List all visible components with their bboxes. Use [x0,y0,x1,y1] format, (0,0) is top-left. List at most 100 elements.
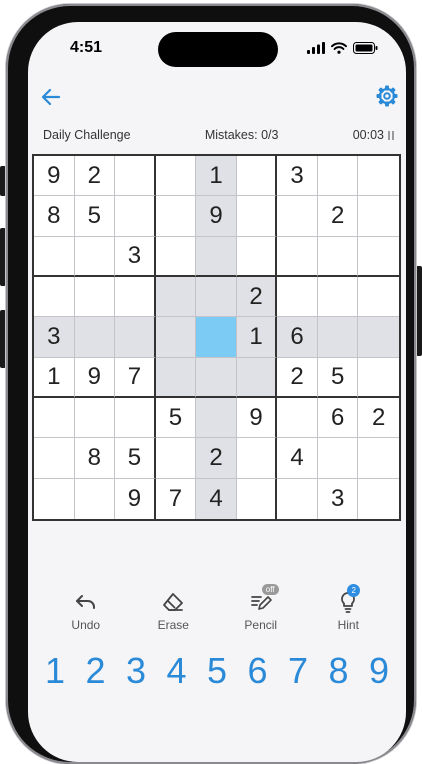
sudoku-cell[interactable]: 1 [236,317,278,358]
sudoku-cell[interactable] [34,478,75,519]
sudoku-cell[interactable] [236,236,278,277]
sudoku-cell[interactable]: 1 [196,156,237,197]
sudoku-cell[interactable] [155,276,197,318]
numpad-key-3[interactable]: 3 [117,650,155,692]
gear-icon[interactable] [374,83,400,109]
numpad-key-7[interactable]: 7 [279,650,317,692]
numpad-key-1[interactable]: 1 [36,650,74,692]
sudoku-cell[interactable] [115,156,156,197]
sudoku-cell[interactable] [358,317,399,358]
sudoku-cell[interactable] [115,276,156,318]
sudoku-cell[interactable] [155,236,197,277]
numpad-key-2[interactable]: 2 [77,650,115,692]
sudoku-cell[interactable]: 9 [196,196,237,237]
sudoku-cell[interactable]: 5 [74,196,116,237]
sudoku-cell[interactable] [74,317,116,358]
sudoku-cell[interactable] [317,276,359,318]
sudoku-cell[interactable]: 9 [115,478,156,519]
sudoku-cell[interactable]: 4 [196,478,237,519]
sudoku-cell[interactable] [236,357,278,398]
sudoku-cell[interactable] [277,478,318,519]
sudoku-cell[interactable]: 8 [74,438,116,479]
back-arrow-icon[interactable] [38,84,64,110]
numpad-key-5[interactable]: 5 [198,650,236,692]
sudoku-cell[interactable]: 2 [196,438,237,479]
numpad-key-4[interactable]: 4 [158,650,196,692]
sudoku-cell[interactable]: 9 [74,357,116,398]
sudoku-cell[interactable] [155,438,197,479]
sudoku-cell[interactable]: 2 [317,196,359,237]
sudoku-cell[interactable] [196,276,237,318]
game-info-bar: Daily Challenge Mistakes: 0/3 00:03 [43,128,394,142]
pause-icon[interactable] [387,130,394,140]
sudoku-cell[interactable]: 2 [236,276,278,318]
sudoku-cell[interactable]: 3 [277,156,318,197]
sudoku-cell[interactable]: 6 [277,317,318,358]
sudoku-cell[interactable] [115,317,156,358]
sudoku-cell[interactable] [358,358,399,398]
sudoku-cell[interactable] [196,357,237,398]
hint-label: Hint [337,618,359,632]
sudoku-cell[interactable]: 3 [318,478,359,519]
sudoku-cell[interactable]: 3 [34,317,75,358]
sudoku-cell[interactable] [196,317,237,358]
sudoku-cell[interactable]: 7 [115,357,156,398]
sudoku-cell[interactable]: 5 [115,438,156,479]
sudoku-cell[interactable] [236,196,278,237]
sudoku-cell[interactable] [236,438,278,479]
sudoku-cell[interactable] [236,156,278,197]
sudoku-cell[interactable] [358,196,399,237]
sudoku-cell[interactable]: 6 [317,397,359,439]
sudoku-cell[interactable] [115,196,156,237]
sudoku-cell[interactable] [155,196,197,237]
undo-button[interactable]: Undo [51,590,121,632]
sudoku-cell[interactable] [317,317,359,358]
app-screen: 4:51 Daily Challenge Mistakes: 0/3 00:03… [28,22,406,762]
sudoku-cell[interactable] [74,236,116,277]
sudoku-cell[interactable]: 3 [115,236,156,277]
sudoku-cell[interactable] [75,478,116,519]
sudoku-cell[interactable] [317,438,359,479]
sudoku-cell[interactable] [358,438,399,479]
sudoku-cell[interactable] [74,397,116,439]
sudoku-cell[interactable] [277,397,318,439]
sudoku-cell[interactable] [34,397,75,439]
sudoku-cell[interactable] [317,156,359,197]
sudoku-cell[interactable] [74,276,116,318]
sudoku-cell[interactable] [317,236,359,277]
sudoku-cell[interactable]: 5 [317,357,359,398]
sudoku-cell[interactable]: 9 [34,156,75,197]
sudoku-cell[interactable] [155,357,197,398]
sudoku-cell[interactable] [358,237,399,277]
pencil-button[interactable]: off Pencil [226,584,296,632]
sudoku-cell[interactable] [358,156,399,197]
sudoku-cell[interactable] [115,397,156,439]
sudoku-cell[interactable]: 9 [236,397,278,439]
numpad-key-8[interactable]: 8 [320,650,358,692]
sudoku-cell[interactable]: 5 [155,397,197,439]
sudoku-cell[interactable] [34,276,75,318]
sudoku-cell[interactable] [155,317,197,358]
hint-button[interactable]: 2 Hint [313,584,383,632]
sudoku-cell[interactable] [196,397,237,439]
sudoku-cell[interactable]: 7 [156,478,197,519]
sudoku-cell[interactable] [34,438,75,479]
erase-button[interactable]: Erase [138,590,208,632]
sudoku-cell[interactable] [358,479,399,519]
sudoku-cell[interactable]: 8 [34,196,75,237]
sudoku-cell[interactable] [277,236,318,277]
sudoku-cell[interactable]: 2 [74,156,116,197]
sudoku-cell[interactable] [196,236,237,277]
numpad-key-9[interactable]: 9 [360,650,398,692]
sudoku-cell[interactable] [237,478,278,519]
sudoku-cell[interactable] [34,236,75,277]
sudoku-cell[interactable] [155,156,197,197]
numpad-key-6[interactable]: 6 [239,650,277,692]
sudoku-cell[interactable] [277,276,318,318]
sudoku-cell[interactable]: 2 [277,357,318,398]
sudoku-cell[interactable]: 2 [358,398,399,439]
sudoku-cell[interactable]: 1 [34,357,75,398]
sudoku-cell[interactable] [277,196,318,237]
sudoku-cell[interactable]: 4 [277,438,318,479]
sudoku-cell[interactable] [358,277,399,318]
